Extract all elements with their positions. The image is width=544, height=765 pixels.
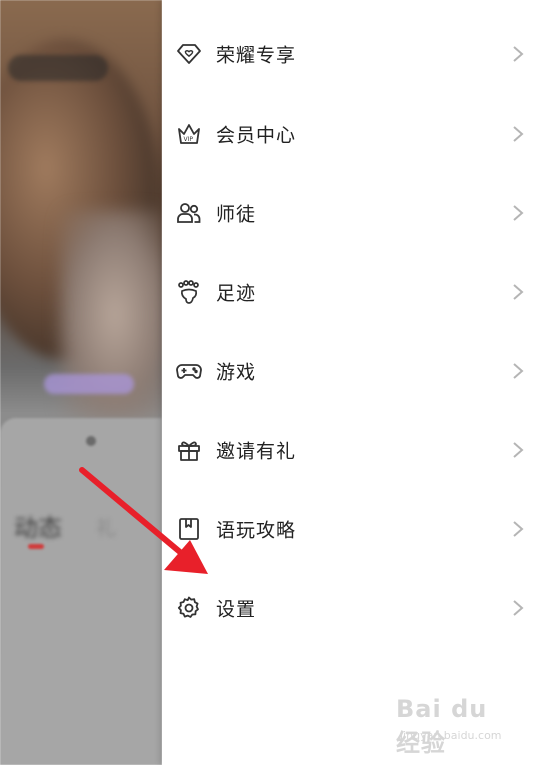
menu-item-label: 足迹 [216,282,257,305]
chevron-right-icon [512,125,524,143]
chevron-right-icon [512,520,524,538]
menu-item-label: 游戏 [216,361,257,384]
background-tag [44,374,134,394]
footprint-icon [176,279,202,305]
gamepad-icon [176,358,202,384]
chevron-right-icon [512,362,524,380]
menu-item-honor[interactable]: 荣耀专享 [162,22,544,86]
chevron-right-icon [512,45,524,63]
menu-item-label: 荣耀专享 [216,44,297,67]
menu-item-label: 语玩攻略 [216,519,297,542]
gear-icon [176,595,202,621]
diamond-heart-icon [176,41,202,67]
background-tab-underline [28,544,44,549]
vip-crown-icon: VIP [176,121,202,147]
menu-item-label: 邀请有礼 [216,440,297,463]
menu-item-label: 会员中心 [216,124,297,147]
background-tab-active: 动态 [14,514,62,542]
menu-item-label: 设置 [216,598,257,621]
background-badge [8,55,108,81]
chevron-right-icon [512,283,524,301]
svg-text:VIP: VIP [184,136,194,143]
watermark-logo: Bai du 经验 [396,695,488,757]
chevron-right-icon [512,441,524,459]
side-drawer: 荣耀专享 VIP 会员中心 师徒 足迹 游戏 邀请有礼 语玩攻略 设置 Bai … [162,0,544,765]
gift-icon [176,437,202,463]
menu-item-vip-center[interactable]: VIP 会员中心 [162,102,544,166]
menu-item-footprint[interactable]: 足迹 [162,260,544,324]
annotation-arrow-icon [79,467,208,574]
watermark-url: jingyan.baidu.com [400,729,502,742]
background-dot [86,436,96,446]
menu-item-label: 师徒 [216,203,257,226]
people-icon [176,200,202,226]
menu-item-settings[interactable]: 设置 [162,576,544,640]
menu-item-games[interactable]: 游戏 [162,339,544,403]
chevron-right-icon [512,204,524,222]
watermark: Bai du 经验 jingyan.baidu.com [396,695,516,757]
menu-item-mentor[interactable]: 师徒 [162,181,544,245]
chevron-right-icon [512,599,524,617]
background-content: 动态 礼 [0,0,162,765]
